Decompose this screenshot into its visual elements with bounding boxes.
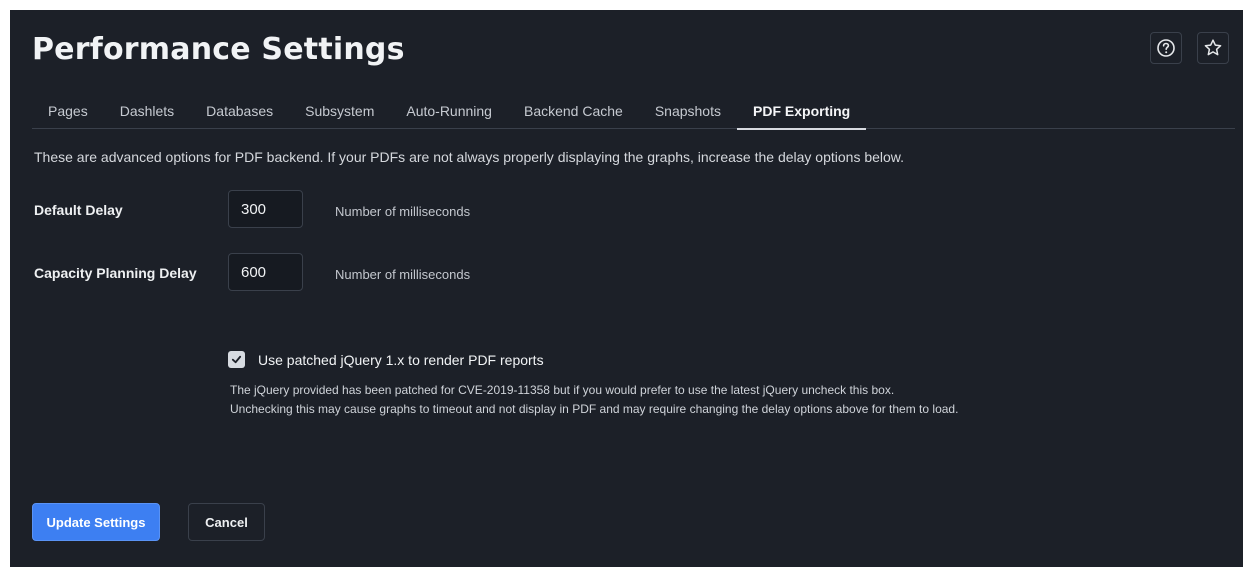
default-delay-label: Default Delay <box>34 202 123 218</box>
help-icon <box>1157 39 1175 57</box>
tab-subsystem[interactable]: Subsystem <box>289 97 390 129</box>
jquery-note-line1: The jQuery provided has been patched for… <box>230 383 895 397</box>
jquery-checkbox-label[interactable]: Use patched jQuery 1.x to render PDF rep… <box>258 352 544 368</box>
jquery-note-line2: Unchecking this may cause graphs to time… <box>230 402 959 416</box>
tab-databases[interactable]: Databases <box>190 97 289 129</box>
capacity-delay-label: Capacity Planning Delay <box>34 265 197 281</box>
tab-auto-running[interactable]: Auto-Running <box>390 97 508 129</box>
favorite-button[interactable] <box>1197 32 1229 64</box>
jquery-checkbox[interactable] <box>228 351 245 368</box>
tab-snapshots[interactable]: Snapshots <box>639 97 737 129</box>
tab-backend-cache[interactable]: Backend Cache <box>508 97 639 129</box>
cancel-button[interactable]: Cancel <box>188 503 265 541</box>
intro-text: These are advanced options for PDF backe… <box>34 149 905 165</box>
checkmark-icon <box>231 355 242 364</box>
settings-panel: Performance Settings Pages Dashlets Data… <box>10 10 1243 567</box>
tab-pdf-exporting[interactable]: PDF Exporting <box>737 97 867 130</box>
capacity-delay-help: Number of milliseconds <box>335 267 471 282</box>
update-settings-button[interactable]: Update Settings <box>32 503 160 541</box>
tab-dashlets[interactable]: Dashlets <box>104 97 190 129</box>
help-button[interactable] <box>1150 32 1182 64</box>
capacity-delay-input[interactable] <box>228 253 303 291</box>
tab-bar: Pages Dashlets Databases Subsystem Auto-… <box>32 97 1235 130</box>
default-delay-help: Number of milliseconds <box>335 204 471 219</box>
page-title: Performance Settings <box>32 32 405 67</box>
tab-pages[interactable]: Pages <box>32 97 104 129</box>
default-delay-input[interactable] <box>228 190 303 228</box>
star-icon <box>1204 39 1222 56</box>
